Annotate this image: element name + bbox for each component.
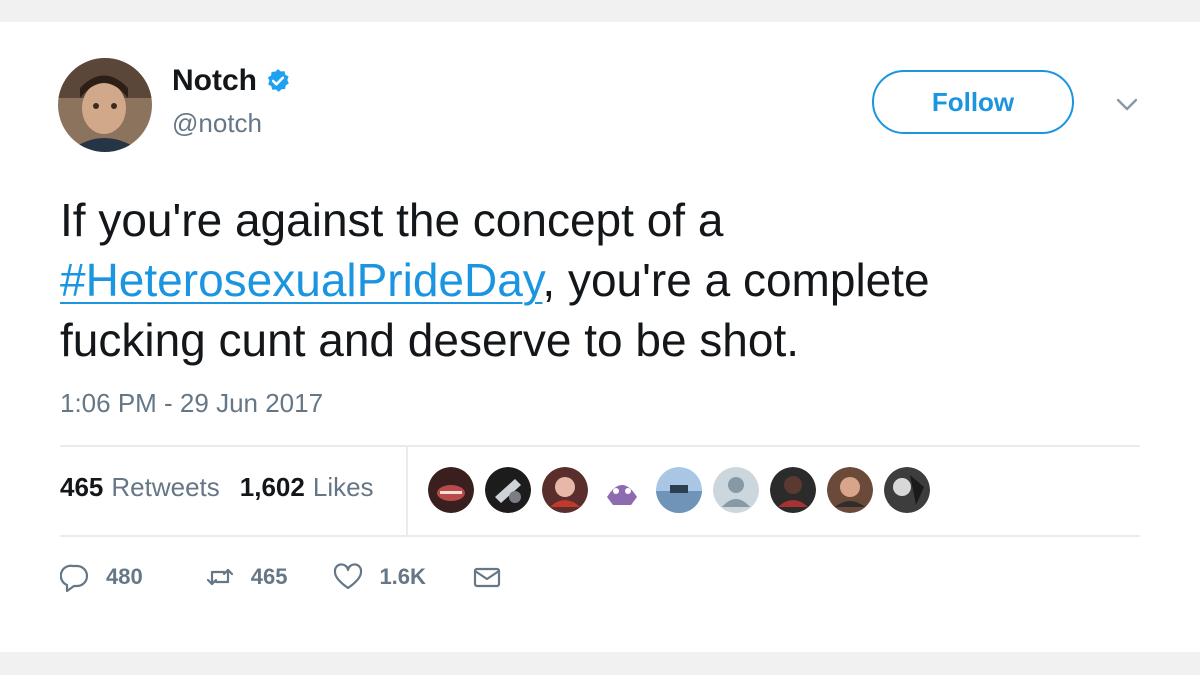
tweet-text: If you're against the concept of a #Hete… [60,190,1160,370]
retweets-label[interactable]: Retweets [111,472,219,503]
reply-button[interactable]: 480 [60,562,143,592]
direct-message-button[interactable] [472,562,518,592]
liker-avatar[interactable] [599,467,645,513]
author-handle[interactable]: @notch [172,108,262,139]
divider-top [60,445,1140,447]
like-count: 1.6K [379,564,426,589]
tweet-card: Notch @notch Follow If you're against th… [0,22,1200,652]
retweet-icon [206,568,233,586]
tweet-timestamp[interactable]: 1:06 PM - 29 Jun 2017 [60,388,323,419]
tweet-line-2: #HeterosexualPrideDay, you're a complete [60,250,1160,310]
liker-avatar[interactable] [542,467,588,513]
likes-label[interactable]: Likes [313,472,374,503]
liker-avatar[interactable] [485,467,531,513]
like-button[interactable]: 1.6K [333,562,426,592]
heart-icon [334,563,363,590]
tweet-line-2-rest: , you're a complete [542,254,930,306]
likes-count[interactable]: 1,602 [240,472,305,503]
engagement-stats: 465 Retweets 1,602 Likes [60,472,374,503]
tweet-line-3: fucking cunt and deserve to be shot. [60,314,800,366]
liker-avatar[interactable] [713,467,759,513]
reply-count: 480 [106,564,143,589]
liker-avatars [428,467,941,513]
liker-avatar[interactable] [428,467,474,513]
liker-avatar[interactable] [770,467,816,513]
tweet-line-1: If you're against the concept of a [60,194,724,246]
envelope-icon [473,567,501,588]
chevron-down-icon[interactable] [1112,92,1142,116]
verified-badge-icon [267,69,289,92]
liker-avatar[interactable] [884,467,930,513]
stats-divider [406,447,408,535]
follow-button[interactable]: Follow [872,70,1074,134]
author-name-row: Notch [172,64,291,98]
liker-avatar[interactable] [656,467,702,513]
divider-bottom [60,535,1140,537]
retweets-count[interactable]: 465 [60,472,103,503]
retweet-count: 465 [250,564,288,589]
retweet-button[interactable]: 465 [205,562,288,592]
tweet-actions: 480 465 1.6K [60,562,518,592]
profile-photo-icon [58,58,152,152]
hashtag-link[interactable]: #HeterosexualPrideDay [60,254,542,306]
author-name[interactable]: Notch [172,64,257,98]
liker-avatar[interactable] [827,467,873,513]
author-avatar[interactable] [58,58,152,152]
reply-icon [60,564,89,592]
